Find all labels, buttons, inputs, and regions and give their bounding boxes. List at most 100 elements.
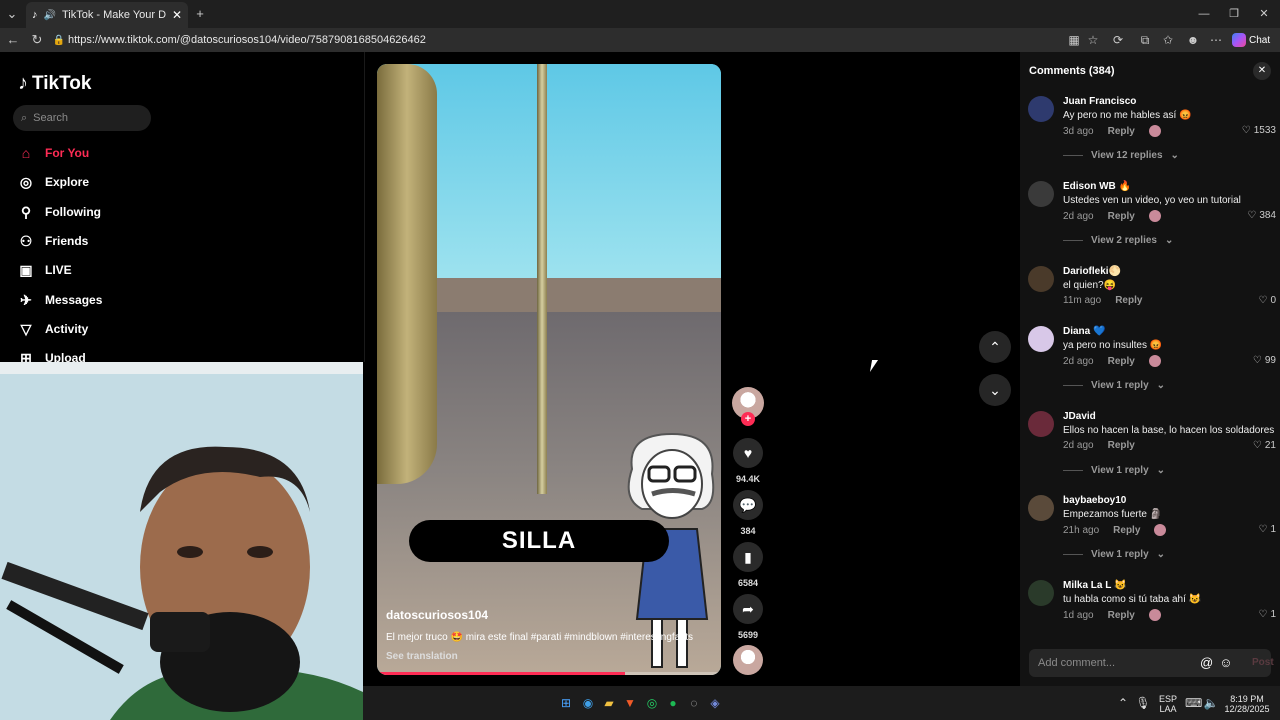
comment-avatar[interactable]: [1028, 411, 1054, 437]
previous-video-button[interactable]: ⌃: [979, 331, 1011, 363]
sidebar-item-label: LIVE: [45, 263, 72, 277]
view-replies-button[interactable]: View 1 reply ⌄: [1063, 549, 1165, 560]
comment-like-button[interactable]: ♡ 0: [1258, 295, 1276, 306]
discord-icon[interactable]: ◈: [707, 695, 723, 711]
share-button[interactable]: ➦: [733, 594, 763, 624]
comment-username[interactable]: Milka La L 😺: [1063, 580, 1126, 591]
windows-start-icon[interactable]: ⊞: [558, 695, 574, 711]
clock[interactable]: 8:19 PM 12/28/2025: [1221, 694, 1273, 714]
favorite-star-icon[interactable]: ☆: [1085, 32, 1101, 48]
whatsapp-icon[interactable]: ◎: [644, 695, 660, 711]
sound-disc-icon[interactable]: [733, 645, 763, 675]
comment-like-button[interactable]: ♡ 21: [1253, 440, 1276, 451]
video-author[interactable]: datoscuriosos104: [386, 608, 488, 622]
obs-icon[interactable]: ◌: [686, 695, 702, 711]
comment-like-button[interactable]: ♡ 99: [1253, 355, 1276, 366]
sidebar-item-following[interactable]: ⚲ Following: [18, 202, 101, 222]
comment-like-button[interactable]: ♡ 384: [1247, 210, 1276, 221]
tab-close-icon[interactable]: ✕: [172, 8, 182, 22]
audio-icon[interactable]: 🔊: [44, 10, 56, 21]
heart-outline-icon: ♡: [1258, 524, 1268, 535]
add-comment-input[interactable]: Add comment...: [1029, 649, 1271, 677]
refresh-icon[interactable]: ↻: [29, 32, 45, 48]
reply-button[interactable]: Reply: [1113, 525, 1140, 536]
comment-avatar[interactable]: [1028, 266, 1054, 292]
sidebar-item-for-you[interactable]: ⌂ For You: [18, 143, 89, 163]
follow-plus-icon[interactable]: +: [741, 412, 755, 426]
search-input[interactable]: ⌕ Search: [13, 105, 151, 131]
language-indicator[interactable]: ESP LAA: [1159, 694, 1177, 714]
app-view-icon[interactable]: ▦: [1066, 32, 1082, 48]
comment-username[interactable]: Edison WB 🔥: [1063, 181, 1131, 192]
microphone-icon[interactable]: 🎙: [1135, 695, 1151, 711]
mention-icon[interactable]: @: [1200, 655, 1213, 670]
save-button[interactable]: ▮: [733, 542, 763, 572]
browser-tab[interactable]: ♪ 🔊 TikTok - Make Your Day ✕: [26, 2, 188, 28]
comment-username[interactable]: Dariofleki🌕: [1063, 266, 1121, 277]
window-close-icon[interactable]: ✕: [1256, 6, 1272, 22]
tiktok-sidebar: ♪ TikTok ⌕ Search ⌂ For You ◎ Explore ⚲ …: [0, 52, 365, 366]
comment-avatar[interactable]: [1028, 326, 1054, 352]
minimize-icon[interactable]: —: [1196, 6, 1212, 22]
profile-icon[interactable]: ☻: [1185, 32, 1201, 48]
back-icon[interactable]: ←: [5, 32, 21, 48]
reply-button[interactable]: Reply: [1108, 610, 1135, 621]
copilot-chat-button[interactable]: Chat: [1232, 31, 1276, 49]
comment-button[interactable]: 💬: [733, 490, 763, 520]
comment-like-button[interactable]: ♡ 1533: [1242, 125, 1276, 136]
comment-username[interactable]: baybaeboy10: [1063, 495, 1126, 506]
brave-browser-icon[interactable]: ▼: [622, 695, 638, 711]
video-statue: [377, 64, 437, 484]
view-replies-button[interactable]: View 12 replies ⌄: [1063, 150, 1179, 161]
see-translation-link[interactable]: See translation: [386, 651, 458, 662]
tab-list-icon[interactable]: ⌄: [4, 6, 20, 22]
heart-outline-icon: ♡: [1247, 210, 1257, 221]
comment-username[interactable]: JDavid: [1063, 411, 1096, 422]
more-icon[interactable]: ⋯: [1208, 32, 1224, 48]
comments-close-icon[interactable]: ✕: [1253, 62, 1271, 80]
sidebar-item-messages[interactable]: ✈ Messages: [18, 290, 102, 310]
reply-button[interactable]: Reply: [1115, 295, 1142, 306]
network-icon[interactable]: ⌨: [1185, 695, 1202, 711]
reply-button[interactable]: Reply: [1108, 211, 1135, 222]
chevron-down-icon: ⌄: [989, 382, 1001, 398]
view-replies-button[interactable]: View 1 reply ⌄: [1063, 380, 1165, 391]
favorites-icon[interactable]: ✩: [1160, 32, 1176, 48]
video-player[interactable]: SILLA datoscuriosos104 El mejor truco 🤩 …: [377, 64, 721, 675]
comment-username[interactable]: Juan Francisco: [1063, 96, 1136, 107]
new-tab-icon[interactable]: +: [192, 6, 208, 22]
emoji-icon[interactable]: ☺: [1219, 655, 1232, 670]
reply-button[interactable]: Reply: [1108, 356, 1135, 367]
comment-like-button[interactable]: ♡ 1: [1258, 524, 1276, 535]
comment-avatar[interactable]: [1028, 580, 1054, 606]
comment-avatar[interactable]: [1028, 495, 1054, 521]
edge-browser-icon[interactable]: ◉: [580, 695, 596, 711]
comment-like-button[interactable]: ♡ 1: [1258, 609, 1276, 620]
sidebar-item-explore[interactable]: ◎ Explore: [18, 172, 89, 192]
restore-icon[interactable]: ❐: [1226, 6, 1242, 22]
video-progress-bar[interactable]: [377, 672, 721, 675]
tiktok-logo[interactable]: ♪ TikTok: [18, 72, 91, 95]
volume-icon[interactable]: 🔈: [1203, 695, 1219, 711]
sidebar-item-friends[interactable]: ⚇ Friends: [18, 231, 89, 251]
tray-overflow-icon[interactable]: ⌃: [1115, 695, 1131, 711]
post-button[interactable]: Post: [1252, 657, 1274, 668]
extensions-icon[interactable]: ⟳: [1110, 32, 1126, 48]
reply-button[interactable]: Reply: [1108, 126, 1135, 137]
comment-avatar[interactable]: [1028, 181, 1054, 207]
sidebar-item-activity[interactable]: ▽ Activity: [18, 319, 89, 339]
site-info-icon[interactable]: 🔒: [50, 35, 68, 46]
view-replies-button[interactable]: View 1 reply ⌄: [1063, 465, 1165, 476]
next-video-button[interactable]: ⌄: [979, 374, 1011, 406]
view-replies-button[interactable]: View 2 replies ⌄: [1063, 235, 1173, 246]
sidebar-item-live[interactable]: ▣ LIVE: [18, 260, 72, 280]
reply-button[interactable]: Reply: [1108, 440, 1135, 451]
like-button[interactable]: ♥: [733, 438, 763, 468]
split-screen-icon[interactable]: ⧉: [1137, 32, 1153, 48]
url-field[interactable]: 🔒 https://www.tiktok.com/@datoscuriosos1…: [50, 30, 1100, 50]
url-text: https://www.tiktok.com/@datoscuriosos104…: [68, 34, 426, 46]
spotify-icon[interactable]: ●: [665, 695, 681, 711]
file-explorer-icon[interactable]: ▰: [601, 695, 617, 711]
comment-username[interactable]: Diana 💙: [1063, 326, 1105, 337]
comment-avatar[interactable]: [1028, 96, 1054, 122]
